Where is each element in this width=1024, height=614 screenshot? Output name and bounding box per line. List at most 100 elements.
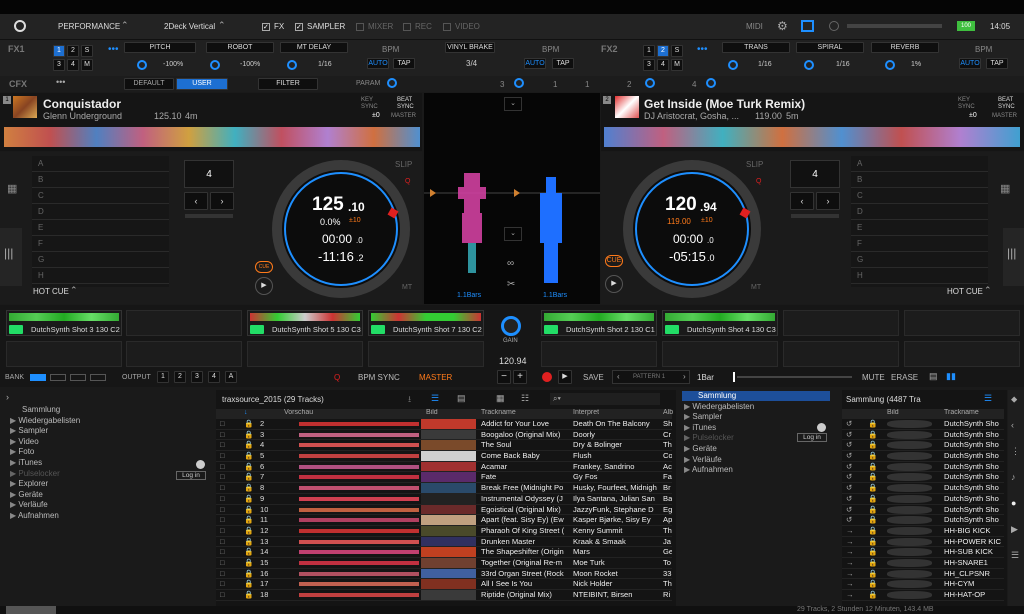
row-load-icon[interactable]: □ — [220, 537, 225, 547]
row-lock-icon[interactable]: 🔒 — [244, 569, 253, 579]
fx1-deck-3[interactable]: 3 — [53, 59, 65, 71]
layout-chevron-icon[interactable]: ⌃ — [218, 20, 226, 31]
list1-col-preview[interactable]: Vorschau — [284, 409, 313, 416]
table-row[interactable]: ↺ 🔒 DutchSynth Sho — [842, 451, 1004, 462]
row-lock-icon[interactable]: 🔒 — [868, 505, 877, 515]
center-collapse-button[interactable]: ⌄ — [504, 97, 522, 111]
deck1-cue-button[interactable]: CUE — [255, 261, 273, 273]
scissors-icon[interactable]: ✂ — [507, 279, 515, 290]
center-fx-auto-button[interactable]: AUTO — [524, 58, 546, 69]
row-preview-wave[interactable] — [299, 443, 419, 448]
deck1-cue-h[interactable]: H — [32, 268, 169, 284]
row-load-icon[interactable]: □ — [220, 419, 225, 429]
fx1-slot3[interactable]: MT DELAY — [280, 42, 348, 53]
deck2-cue-b[interactable]: B — [851, 172, 988, 188]
row-lock-icon[interactable]: 🔒 — [868, 430, 877, 440]
sampler-checkbox[interactable]: ✓ — [295, 23, 303, 31]
row-load-icon[interactable]: □ — [220, 440, 225, 450]
row-lock-icon[interactable]: 🔒 — [868, 419, 877, 429]
row-lock-icon[interactable]: 🔒 — [244, 579, 253, 589]
list2-list-view-icon[interactable]: ☰ — [984, 393, 992, 404]
table-row[interactable]: ↺ 🔒 DutchSynth Sho — [842, 430, 1004, 441]
list2-col-trackname[interactable]: Trackname — [944, 409, 979, 416]
table-row[interactable]: ↺ 🔒 DutchSynth Sho — [842, 483, 1004, 494]
fx1-tap-button[interactable]: TAP — [393, 58, 415, 69]
table-row[interactable]: → 🔒 HH-SNARE1 — [842, 558, 1004, 569]
deck1-q-button[interactable]: Q — [405, 178, 410, 185]
row-load-icon[interactable]: □ — [220, 505, 225, 515]
row-sync-icon[interactable]: → — [846, 526, 854, 536]
deck2-master-button[interactable]: MASTER — [992, 113, 1017, 119]
deck1-loop-length[interactable]: 4 — [184, 160, 234, 188]
mute-button[interactable]: MUTE — [862, 373, 885, 382]
row-lock-icon[interactable]: 🔒 — [244, 515, 253, 525]
table-row[interactable]: ↺ 🔒 DutchSynth Sho — [842, 462, 1004, 473]
list1-col-trackname[interactable]: Trackname — [481, 409, 516, 416]
row-sync-icon[interactable]: → — [846, 558, 854, 568]
bank-2-button[interactable] — [50, 374, 66, 381]
row-sync-icon[interactable]: ↺ — [846, 515, 852, 525]
pattern-prev-icon[interactable]: ‹ — [617, 372, 620, 381]
row-lock-icon[interactable]: 🔒 — [244, 494, 253, 504]
midi-button[interactable]: MIDI — [746, 22, 763, 31]
table-row[interactable]: ↺ 🔒 DutchSynth Sho — [842, 505, 1004, 516]
row-load-icon[interactable]: □ — [220, 547, 225, 557]
fx2-slot2[interactable]: SPIRAL — [796, 42, 864, 53]
deck1-cue-b[interactable]: B — [32, 172, 169, 188]
fx1-slot1-knob[interactable] — [137, 60, 147, 70]
row-load-icon[interactable]: □ — [220, 472, 225, 482]
output-2-button[interactable]: 2 — [174, 371, 186, 383]
pattern-select[interactable]: ‹ PATTERN 1 › — [612, 370, 690, 384]
list1-list-view-icon[interactable]: ☰ — [431, 393, 439, 404]
row-preview-wave[interactable] — [299, 518, 419, 523]
row-lock-icon[interactable]: 🔒 — [868, 537, 877, 547]
sampler-slot-1[interactable]: DutchSynth Shot 3 130 C2 — [6, 310, 122, 336]
deck1-hotcue-chevron-icon[interactable]: ⌃ — [70, 285, 78, 296]
table-row[interactable]: □ 🔒 2 Addict for Your Love Death On The Balc… — [216, 419, 672, 430]
deck2-cue-c[interactable]: C — [851, 188, 988, 204]
fx1-deck-s[interactable]: S — [81, 45, 93, 57]
sampler-plus-button[interactable]: + — [513, 370, 527, 384]
tree-left-chevron-icon[interactable]: › — [6, 392, 9, 402]
row-lock-icon[interactable]: 🔒 — [244, 462, 253, 472]
fx1-deck-1[interactable]: 1 — [53, 45, 65, 57]
row-preview-wave[interactable] — [299, 550, 419, 555]
sampler-minus-button[interactable]: − — [497, 370, 511, 384]
gear-icon[interactable]: ⚙ — [777, 19, 788, 33]
row-preview-wave[interactable] — [299, 528, 419, 533]
table-row[interactable]: □ 🔒 5 Come Back Baby Flush Co — [216, 451, 672, 462]
row-lock-icon[interactable]: 🔒 — [868, 451, 877, 461]
deck2-play-button[interactable]: ▶ — [605, 275, 623, 293]
sampler-slot-9-empty[interactable] — [6, 341, 122, 367]
sampler-slot-7-empty[interactable] — [783, 310, 899, 336]
row-lock-icon[interactable]: 🔒 — [244, 537, 253, 547]
row-sync-icon[interactable]: ↺ — [846, 462, 852, 472]
cfx-default-button[interactable]: DEFAULT — [124, 78, 174, 90]
fx2-menu-icon[interactable]: ••• — [697, 44, 708, 55]
record-button[interactable] — [542, 372, 552, 382]
sampler-slot-6[interactable]: DutchSynth Shot 4 130 C3 — [662, 310, 778, 336]
fx2-tap-button[interactable]: TAP — [986, 58, 1008, 69]
mid-itunes-sync-icon[interactable] — [817, 423, 826, 432]
row-preview-wave[interactable] — [299, 507, 419, 512]
tree-mid-sampler[interactable]: ▶ Sampler — [684, 412, 834, 423]
bank-3-button[interactable] — [70, 374, 86, 381]
fx1-slot2-knob[interactable] — [210, 60, 220, 70]
row-lock-icon[interactable]: 🔒 — [868, 494, 877, 504]
fx1-menu-icon[interactable]: ••• — [108, 44, 119, 55]
list1-search-field[interactable]: ⌕▾ — [550, 393, 660, 405]
fx-checkbox[interactable]: ✓ — [262, 23, 270, 31]
tree-item-sammlung[interactable]: Sammlung — [10, 405, 210, 416]
deck2-cue-d[interactable]: D — [851, 204, 988, 220]
tree-item-aufnahmen[interactable]: ▶ Aufnahmen — [10, 511, 210, 522]
list2-col-image[interactable]: Bild — [887, 409, 899, 416]
sampler-master-button[interactable]: MASTER — [419, 373, 452, 382]
master-level-knob[interactable] — [829, 21, 839, 31]
row-lock-icon[interactable]: 🔒 — [244, 558, 253, 568]
tree-item-geraete[interactable]: ▶ Geräte — [10, 490, 210, 501]
deck2-cue-a[interactable]: A — [851, 156, 988, 172]
table-row[interactable]: → 🔒 HH_CLPSNR — [842, 569, 1004, 580]
list1-grid-view-icon[interactable]: ☷ — [521, 393, 529, 404]
bank-1-button[interactable] — [30, 374, 46, 381]
deck2-overview-waveform[interactable] — [604, 127, 1020, 147]
